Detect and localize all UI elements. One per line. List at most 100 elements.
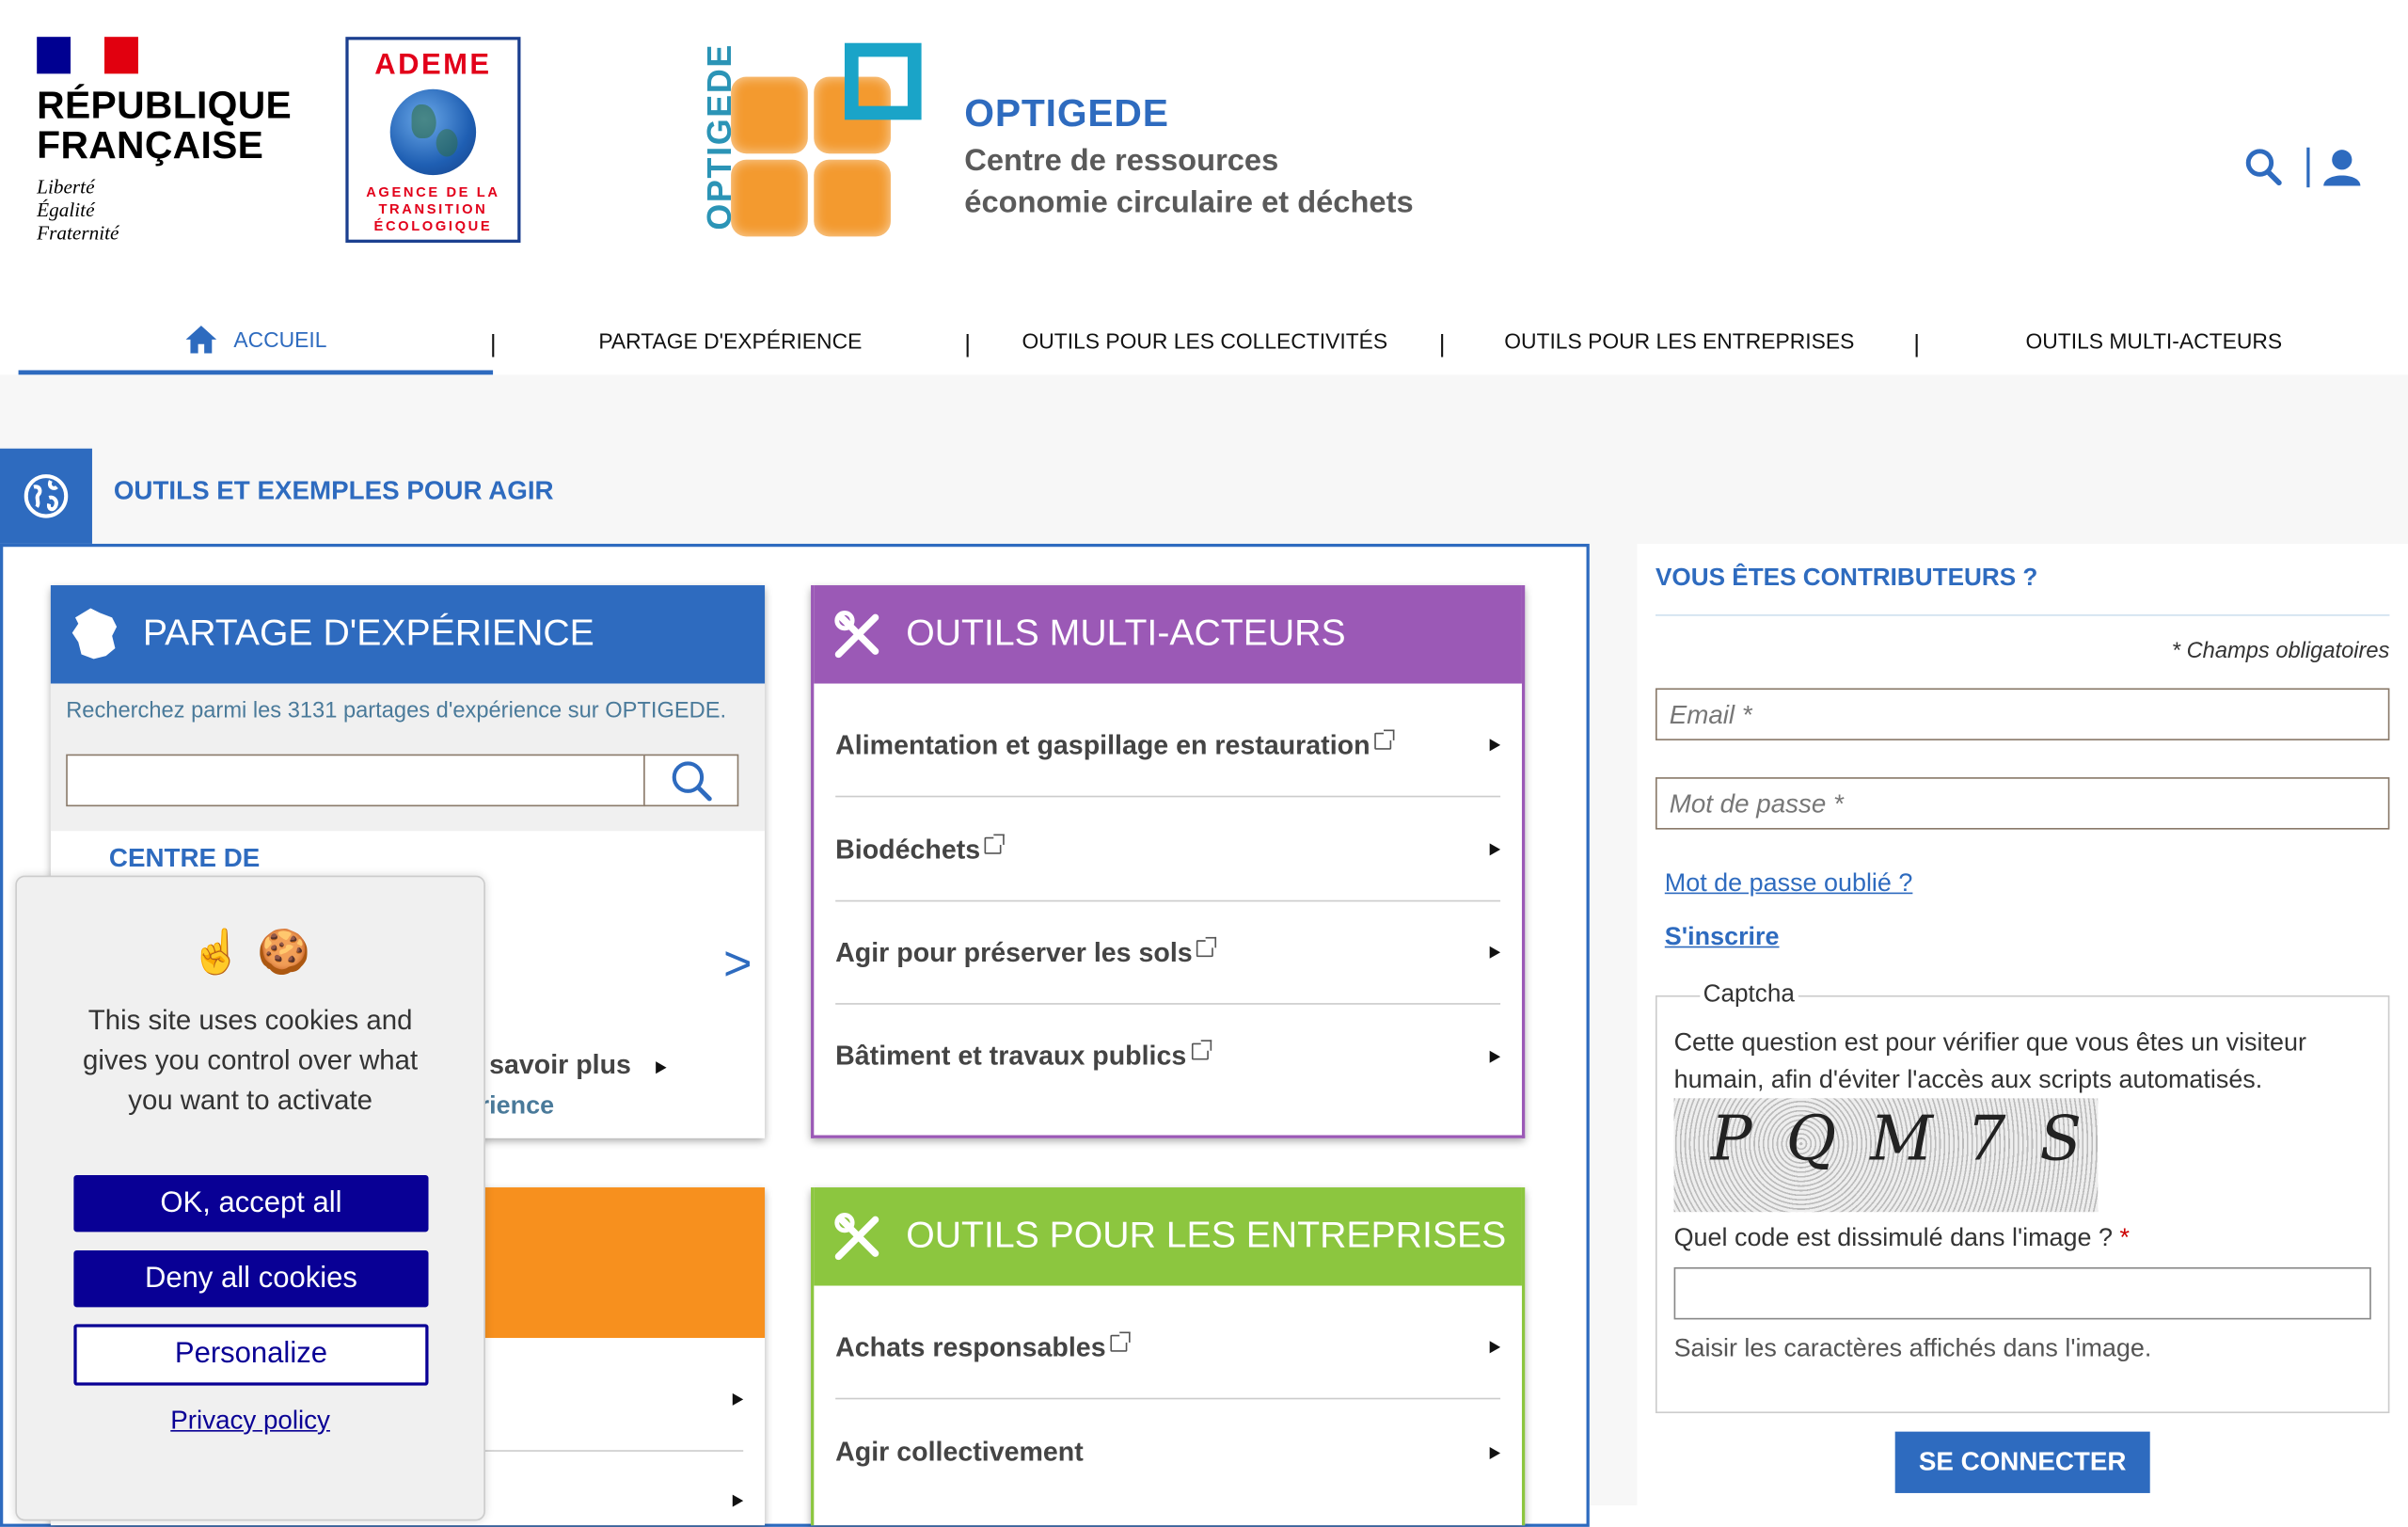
arrow-right-icon (1489, 1446, 1501, 1459)
next-arrow[interactable]: > (723, 935, 752, 992)
list-item-biodechets[interactable]: Biodéchets (835, 799, 1501, 902)
orange-square (814, 159, 891, 237)
list-item-label: Biodéchets (835, 833, 981, 865)
globe-icon (389, 88, 477, 176)
nav-label: OUTILS MULTI-ACTEURS (2025, 328, 2283, 354)
france-map-icon (56, 605, 134, 663)
arrow-right-icon (1489, 843, 1501, 856)
personalize-button[interactable]: Personalize (73, 1324, 429, 1386)
header-separator (2306, 147, 2310, 188)
nav-label: PARTAGE D'EXPÉRIENCE (598, 328, 863, 354)
captcha-explanation: Cette question est pour vérifier que vou… (1673, 1028, 2306, 1094)
search-icon (672, 761, 712, 802)
flag-icon (37, 37, 138, 74)
optigede-logo[interactable]: OPTIGEDE (673, 40, 926, 247)
rf-name: RÉPUBLIQUE FRANÇAISE (37, 84, 293, 167)
login-panel: VOUS ÊTES CONTRIBUTEURS ? * Champs oblig… (1637, 543, 2408, 1505)
arrow-right-icon (732, 1392, 744, 1406)
captcha-help: Saisir les caractères affichés dans l'im… (1673, 1334, 2152, 1363)
external-link-icon (1196, 936, 1217, 957)
experience-search-input[interactable] (66, 754, 645, 807)
site-name[interactable]: OPTIGEDE (964, 92, 1168, 136)
card-title: PARTAGE D'EXPÉRIENCE (142, 612, 594, 655)
nav-item-partage-experience[interactable]: PARTAGE D'EXPÉRIENCE (493, 308, 967, 375)
required-marker: * (2119, 1224, 2130, 1252)
list-item-achats[interactable]: Achats responsables (835, 1296, 1501, 1400)
republique-francaise-logo[interactable]: RÉPUBLIQUE FRANÇAISE Liberté Égalité Fra… (37, 37, 292, 252)
list-item-label: Agir collectivement (835, 1436, 1084, 1468)
card-header[interactable]: PARTAGE D'EXPÉRIENCE (50, 585, 766, 684)
site-tagline: Centre de ressources économie circulaire… (964, 144, 1414, 220)
ademe-title: ADEME (374, 49, 492, 82)
cookie-text: This site uses cookies and gives you con… (83, 1004, 419, 1116)
main-navigation: ACCUEIL | PARTAGE D'EXPÉRIENCE | OUTILS … (18, 308, 2391, 375)
rf-motto: Liberté Égalité Fraternité (37, 175, 119, 245)
search-button[interactable] (643, 754, 739, 807)
tools-icon (820, 609, 897, 661)
list-item-agir-collectivement[interactable]: Agir collectivement (835, 1401, 1501, 1503)
register-link[interactable]: S'inscrire (1665, 923, 1780, 952)
teal-square (844, 42, 922, 120)
cookie-banner: ☝️ 🍪 This site uses cookies and gives yo… (15, 875, 485, 1521)
external-link-icon (1110, 1330, 1131, 1351)
list-item-sols[interactable]: Agir pour préserver les sols (835, 901, 1501, 1005)
card-header[interactable]: OUTILS POUR LES ENTREPRISES (814, 1187, 1522, 1286)
list-item-label: Alimentation et gaspillage en restaurati… (835, 728, 1370, 760)
captcha-input[interactable] (1673, 1266, 2371, 1320)
list-item-label: Bâtiment et travaux publics (835, 1040, 1187, 1071)
captcha-image: PQM7S (1674, 1098, 2099, 1213)
ademe-logo[interactable]: ADEME AGENCE DE LA TRANSITION ÉCOLOGIQUE (345, 37, 521, 243)
external-link-icon (1374, 728, 1395, 749)
card-title: OUTILS POUR LES ENTREPRISES (906, 1215, 1507, 1257)
card-header[interactable]: OUTILS MULTI-ACTEURS (814, 585, 1522, 684)
nav-item-outils-entreprises[interactable]: OUTILS POUR LES ENTREPRISES (1442, 308, 1916, 375)
card-outils-multi-acteurs: OUTILS MULTI-ACTEURS Alimentation et gas… (811, 585, 1526, 1138)
forgot-password-link[interactable]: Mot de passe oublié ? (1665, 869, 1913, 899)
captcha-fieldset: Captcha Cette question est pour vérifier… (1655, 981, 2390, 1414)
arrow-right-icon (656, 1061, 667, 1074)
card-title: OUTILS MULTI-ACTEURS (906, 612, 1346, 655)
email-field[interactable]: Email * (1655, 688, 2390, 740)
orange-square (731, 76, 808, 154)
savoir-plus-link[interactable]: n savoir plus (466, 1049, 631, 1081)
home-icon (185, 325, 217, 353)
nav-item-outils-collectivites[interactable]: OUTILS POUR LES COLLECTIVITÉS (968, 308, 1442, 375)
list-item-label: Achats responsables (835, 1330, 1106, 1362)
centre-label[interactable]: CENTRE DE (109, 843, 260, 874)
arrow-right-icon (1489, 1049, 1501, 1062)
section-title: OUTILS ET EXEMPLES POUR AGIR (113, 476, 554, 506)
nav-item-accueil[interactable]: ACCUEIL (18, 308, 494, 375)
login-title: VOUS ÊTES CONTRIBUTEURS ? (1655, 565, 2038, 592)
list-item-batiment[interactable]: Bâtiment et travaux publics (835, 1005, 1501, 1107)
arrow-right-icon (1489, 1341, 1501, 1354)
deny-all-button[interactable]: Deny all cookies (73, 1249, 429, 1308)
orange-square (731, 159, 808, 237)
captcha-question: Quel code est dissimulé dans l'image ? * (1674, 1224, 2130, 1253)
external-link-icon (1191, 1040, 1212, 1060)
ademe-subtitle: AGENCE DE LA TRANSITION ÉCOLOGIQUE (366, 183, 500, 234)
login-button[interactable]: SE CONNECTER (1894, 1431, 2150, 1493)
password-field[interactable]: Mot de passe * (1655, 777, 2390, 830)
captcha-question-text: Quel code est dissimulé dans l'image ? (1673, 1224, 2113, 1252)
search-hint: Recherchez parmi les 3131 partages d'exp… (66, 698, 727, 724)
arrow-right-icon (1489, 739, 1501, 752)
tools-icon (820, 1211, 897, 1264)
nav-label: OUTILS POUR LES COLLECTIVITÉS (1022, 328, 1388, 354)
search-icon[interactable] (2245, 148, 2282, 187)
arrow-right-icon (1489, 946, 1501, 959)
divider (1655, 614, 2390, 616)
card-outils-entreprises: OUTILS POUR LES ENTREPRISES Achats respo… (811, 1187, 1526, 1526)
privacy-policy-link[interactable]: Privacy policy (17, 1406, 483, 1437)
nav-label: OUTILS POUR LES ENTREPRISES (1504, 328, 1855, 354)
cookie-emoji-icon: ☝️ 🍪 (189, 926, 311, 978)
list-item-label: Agir pour préserver les sols (835, 936, 1193, 967)
required-note: * Champs obligatoires (2171, 639, 2390, 664)
user-icon[interactable] (2322, 148, 2362, 187)
captcha-legend: Captcha (1700, 981, 1798, 1010)
external-link-icon (985, 833, 1006, 853)
globe-section-icon (0, 448, 92, 544)
accept-all-button[interactable]: OK, accept all (73, 1174, 429, 1233)
list-item-alimentation[interactable]: Alimentation et gaspillage en restaurati… (835, 694, 1501, 798)
nav-label: ACCUEIL (233, 326, 327, 352)
nav-item-outils-multi-acteurs[interactable]: OUTILS MULTI-ACTEURS (1917, 308, 2391, 375)
